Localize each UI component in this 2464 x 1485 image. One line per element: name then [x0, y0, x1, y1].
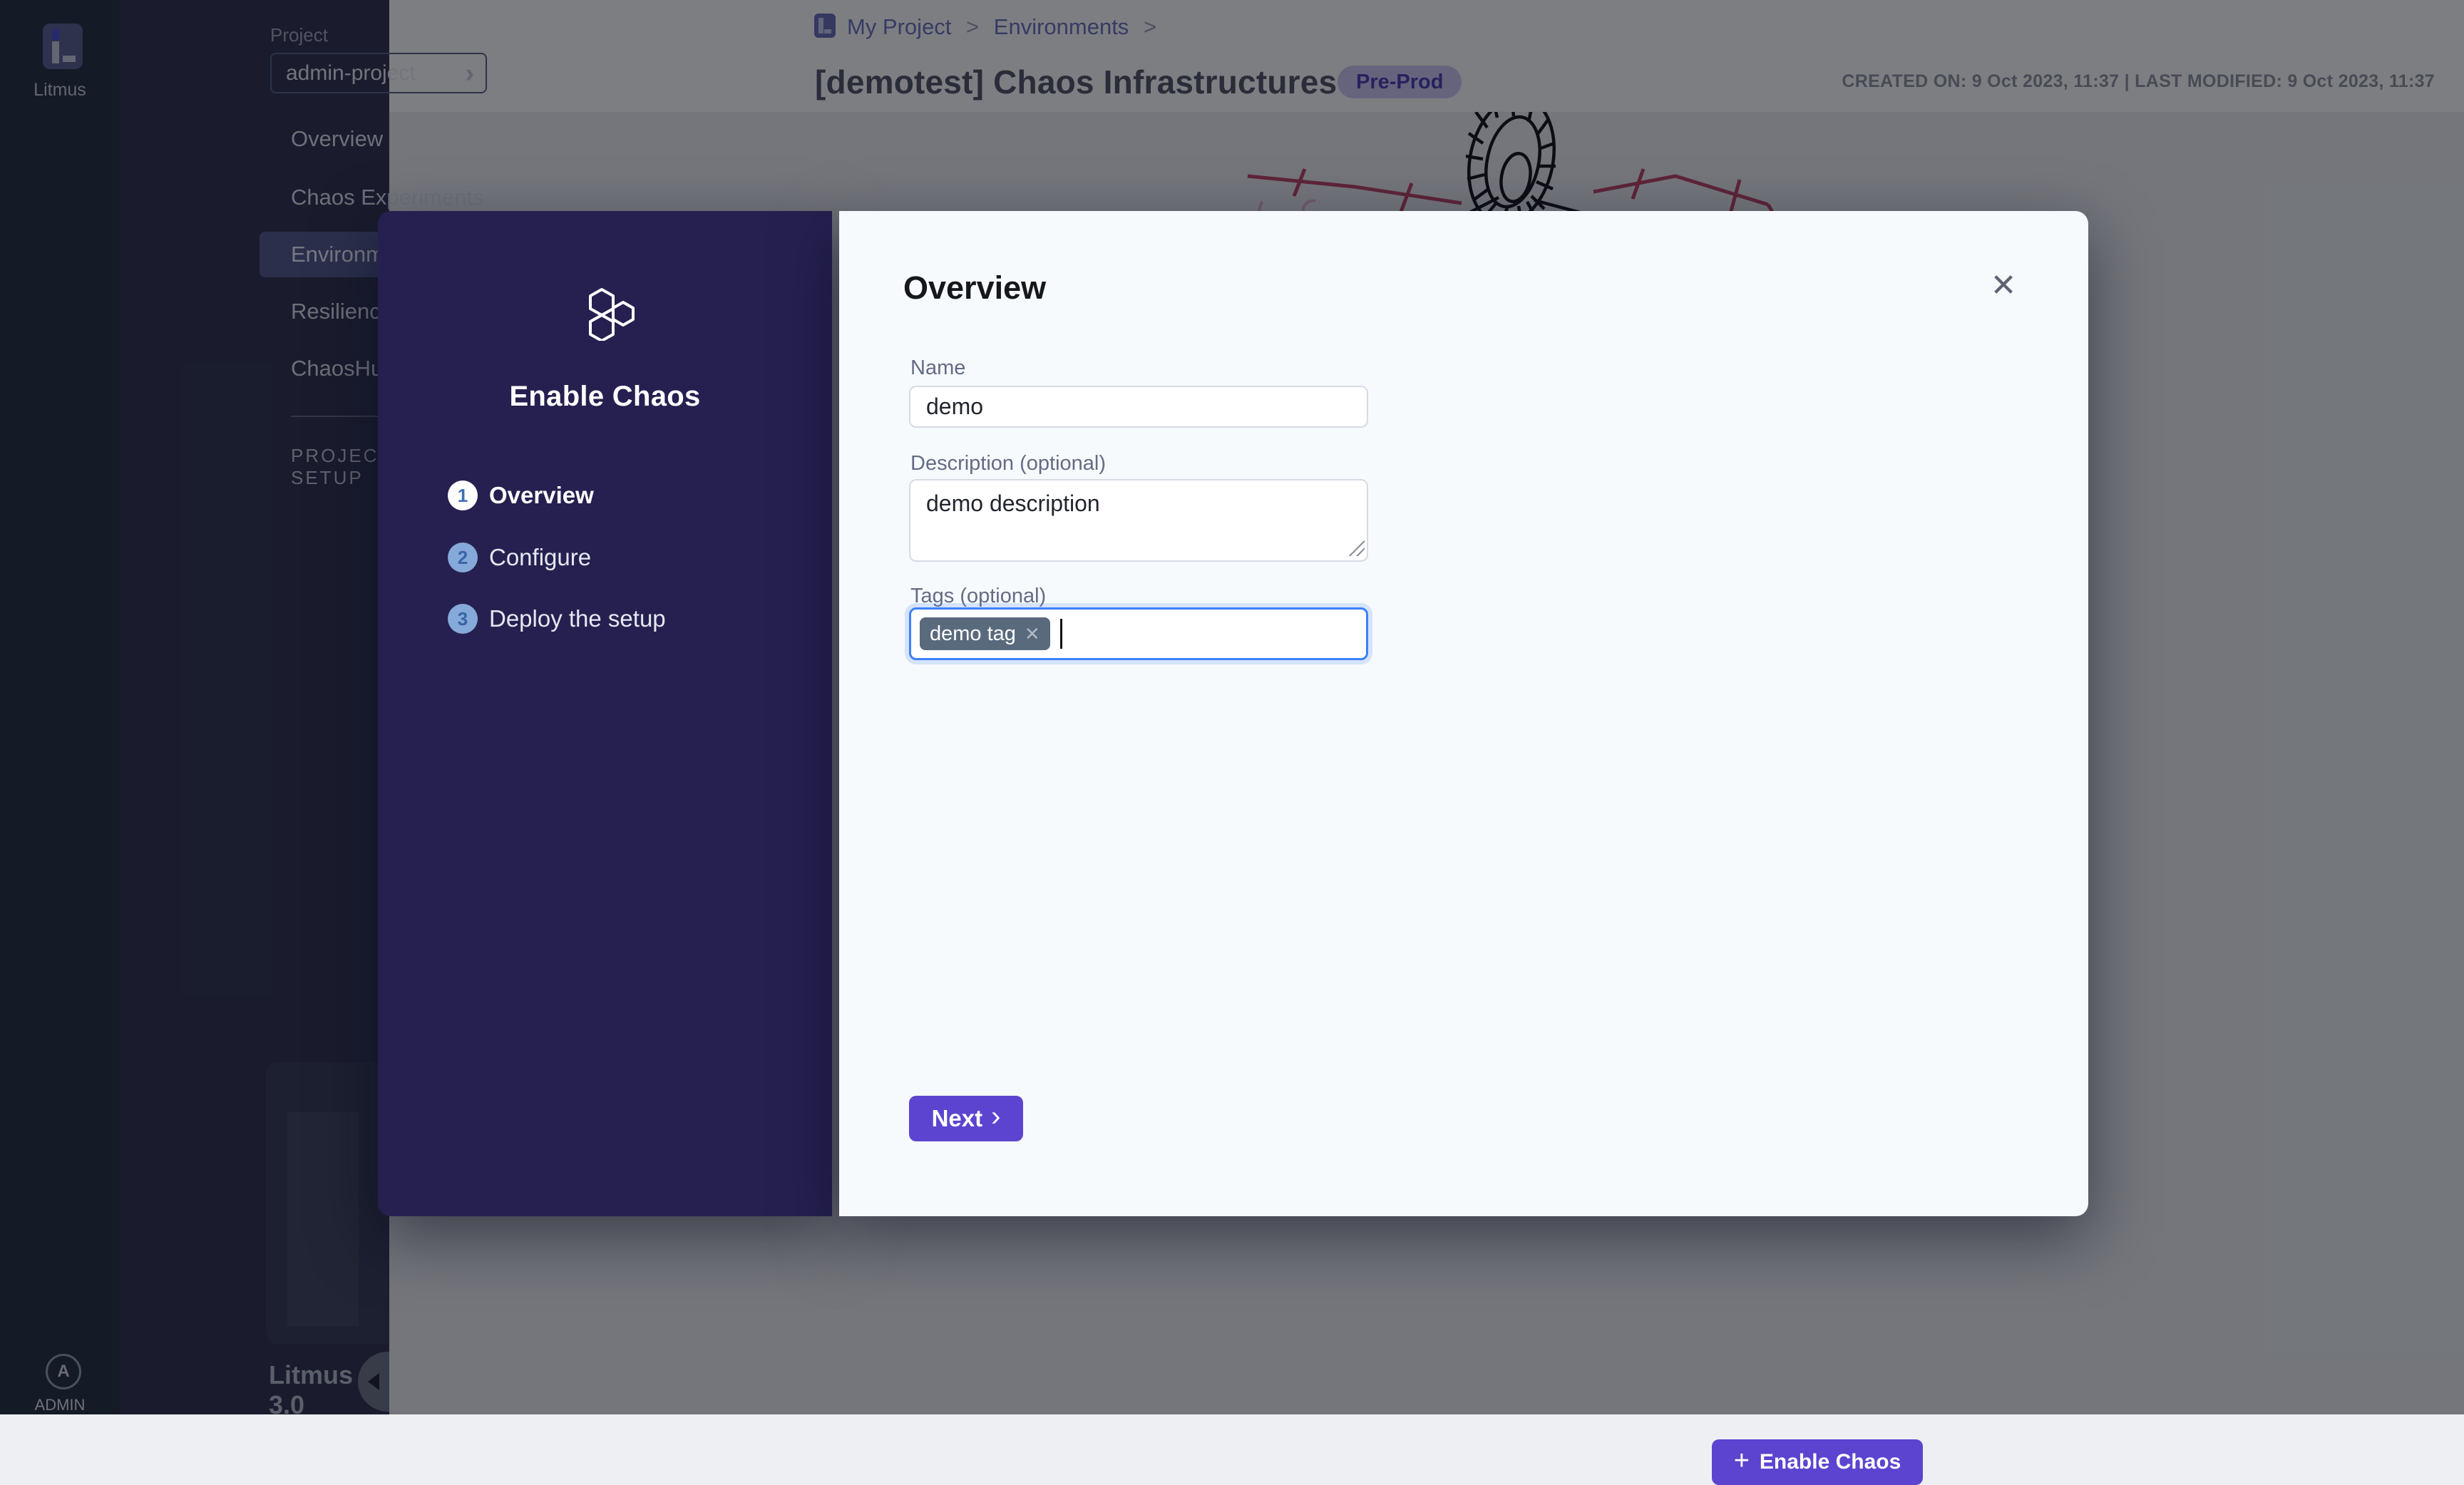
text-caret	[1060, 619, 1062, 649]
chevron-right-icon: ›	[991, 1101, 1000, 1133]
step-label: Overview	[489, 482, 594, 509]
next-button[interactable]: Next ›	[909, 1096, 1023, 1141]
step-number: 1	[448, 481, 478, 510]
step-number: 2	[448, 543, 478, 572]
plus-icon: +	[1734, 1446, 1750, 1476]
wizard-title: Enable Chaos	[378, 381, 832, 413]
close-icon[interactable]: ✕	[1981, 262, 2026, 308]
hexagons-logo-icon	[582, 287, 637, 341]
step-number: 3	[448, 604, 478, 634]
tag-chip: demo tag ✕	[920, 617, 1050, 650]
description-input[interactable]: demo description	[909, 479, 1368, 562]
enable-chaos-modal: Enable Chaos 1 Overview 2 Configure 3 De…	[378, 211, 2088, 1216]
name-label: Name	[910, 356, 965, 380]
tags-label: Tags (optional)	[910, 585, 1046, 608]
tag-chip-text: demo tag	[930, 622, 1016, 646]
enable-chaos-button[interactable]: + Enable Chaos	[1712, 1439, 1923, 1485]
tag-remove-icon[interactable]: ✕	[1025, 623, 1040, 645]
step-label: Deploy the setup	[489, 605, 666, 632]
textarea-resize-grip[interactable]	[1349, 540, 1365, 556]
tags-input[interactable]: demo tag ✕	[909, 607, 1368, 660]
description-label: Description (optional)	[910, 452, 1106, 476]
wizard-panel	[378, 211, 832, 1216]
step-label: Configure	[489, 544, 591, 571]
wizard-form-panel	[839, 211, 2088, 1216]
name-input[interactable]	[909, 386, 1368, 428]
form-heading: Overview	[903, 269, 1046, 307]
